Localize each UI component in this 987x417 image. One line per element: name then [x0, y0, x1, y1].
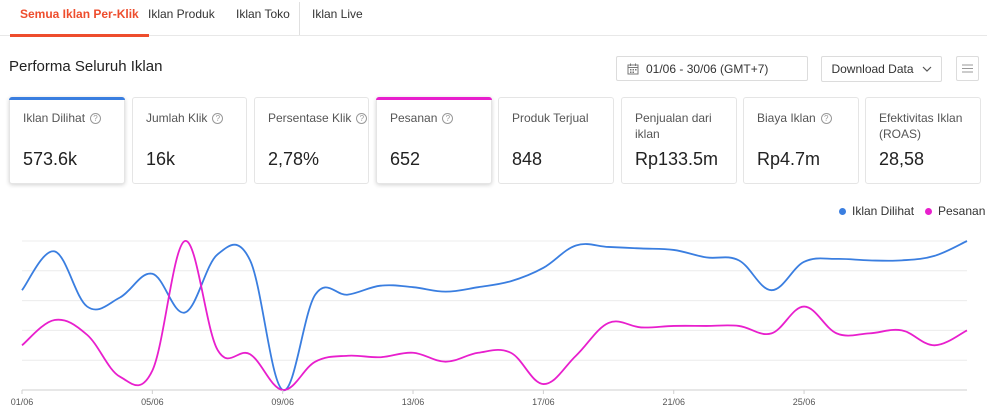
metric-label: Penjualan dari iklan — [635, 111, 712, 141]
series-line-iklan-dilihat — [21, 240, 968, 391]
x-tick-label: 17/06 — [532, 397, 555, 407]
info-icon[interactable]: ? — [820, 113, 832, 124]
tab-live-ads[interactable]: Iklan Live — [312, 0, 363, 36]
tab-product-ads[interactable]: Iklan Produk — [148, 0, 215, 36]
download-data-label: Download Data — [831, 62, 914, 76]
legend-item-orders[interactable]: Pesanan — [925, 204, 985, 218]
metric-value: 848 — [512, 149, 543, 169]
download-data-button[interactable]: Download Data — [821, 56, 942, 82]
x-tick-label: 05/06 — [141, 397, 164, 407]
metric-label: Persentase Klik? — [268, 110, 368, 126]
x-tick-label: 09/06 — [271, 397, 294, 407]
date-range-picker[interactable]: 01/06 - 30/06 (GMT+7) — [616, 56, 808, 81]
chevron-down-icon — [922, 66, 931, 72]
calendar-icon — [627, 63, 639, 74]
section-title: Performa Seluruh Iklan — [9, 58, 163, 75]
menu-button[interactable] — [956, 56, 979, 81]
legend-label: Pesanan — [938, 204, 986, 218]
metric-label: Efektivitas Iklan (ROAS) — [879, 111, 963, 141]
legend-dot — [839, 207, 846, 215]
x-tick-label: 21/06 — [662, 397, 685, 407]
info-icon[interactable]: ? — [90, 113, 102, 124]
date-range-text: 01/06 - 30/06 (GMT+7) — [646, 61, 769, 76]
metric-card-ad-cost[interactable]: Biaya Iklan? Rp4.7m — [743, 97, 859, 184]
info-icon[interactable]: ? — [442, 113, 454, 124]
metric-card-clicks[interactable]: Jumlah Klik? 16k — [132, 97, 247, 184]
tab-all-cpc-ads[interactable]: Semua Iklan Per-Klik — [10, 0, 149, 37]
metric-value: 652 — [390, 149, 421, 169]
series-line-pesanan — [21, 240, 968, 391]
metric-value: Rp4.7m — [757, 149, 821, 169]
selected-indicator — [376, 97, 492, 100]
x-tick-label: 01/06 — [11, 397, 34, 407]
x-tick-label: 13/06 — [402, 397, 425, 407]
metric-label: Iklan Dilihat? — [23, 110, 123, 126]
metric-value: 16k — [146, 149, 176, 169]
info-icon[interactable]: ? — [212, 113, 224, 124]
metric-value: Rp133.5m — [635, 149, 719, 169]
menu-icon — [962, 64, 973, 73]
metric-value: 2,78% — [268, 149, 320, 169]
metric-label: Pesanan? — [390, 110, 490, 126]
metric-label: Produk Terjual — [512, 111, 589, 125]
tab-divider — [299, 2, 300, 35]
legend-dot — [925, 207, 932, 215]
metric-card-roas[interactable]: Efektivitas Iklan (ROAS) 28,58 — [865, 97, 981, 184]
metric-card-orders[interactable]: Pesanan? 652 — [376, 97, 492, 184]
metric-value: 573.6k — [23, 149, 78, 169]
metric-card-ctr[interactable]: Persentase Klik? 2,78% — [254, 97, 369, 184]
x-tick-label: 25/06 — [793, 397, 816, 407]
metric-value: 28,58 — [879, 149, 925, 169]
metric-card-ad-sales[interactable]: Penjualan dari iklan Rp133.5m — [621, 97, 737, 184]
legend-item-ad-views[interactable]: Iklan Dilihat — [839, 204, 914, 218]
selected-indicator — [9, 97, 125, 100]
metric-label: Jumlah Klik? — [146, 110, 246, 126]
metric-card-products-sold[interactable]: Produk Terjual 848 — [498, 97, 614, 184]
ad-type-tabs: Semua Iklan Per-Klik Iklan Produk Iklan … — [0, 0, 987, 37]
metric-label: Biaya Iklan? — [757, 110, 857, 126]
tab-shop-ads[interactable]: Iklan Toko — [236, 0, 290, 36]
metric-card-ad-views[interactable]: Iklan Dilihat? 573.6k — [9, 97, 125, 184]
legend-label: Iklan Dilihat — [852, 204, 915, 218]
performance-line-chart: 01/06 05/06 09/06 13/06 17/06 21/06 25/06 — [11, 240, 968, 407]
info-icon[interactable]: ? — [356, 113, 368, 124]
